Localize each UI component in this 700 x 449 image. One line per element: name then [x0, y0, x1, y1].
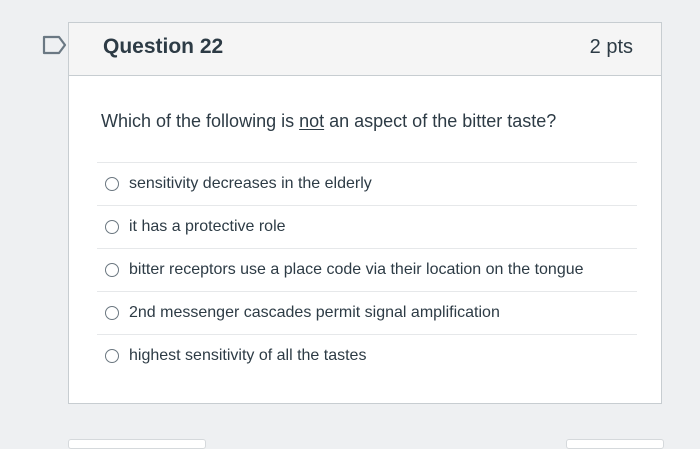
radio-button[interactable]: [105, 349, 119, 363]
answer-option-4[interactable]: 2nd messenger cascades permit signal amp…: [97, 291, 637, 334]
question-points: 2 pts: [589, 36, 633, 58]
radio-button[interactable]: [105, 263, 119, 277]
next-card-edge-left: [68, 439, 206, 449]
answer-label: 2nd messenger cascades permit signal amp…: [129, 304, 500, 321]
answer-option-5[interactable]: highest sensitivity of all the tastes: [97, 334, 637, 377]
question-text-emphasis: not: [299, 111, 325, 131]
answer-option-2[interactable]: it has a protective role: [97, 205, 637, 248]
answer-label: sensitivity decreases in the elderly: [129, 175, 372, 192]
question-header: Question 22 2 pts: [69, 23, 661, 76]
question-text-end: an aspect of the bitter taste?: [324, 111, 557, 131]
flag-question-icon[interactable]: [38, 34, 70, 56]
answer-label: bitter receptors use a place code via th…: [129, 261, 584, 278]
answer-list: sensitivity decreases in the elderly it …: [97, 162, 637, 377]
question-title: Question 22: [103, 35, 224, 58]
radio-button[interactable]: [105, 220, 119, 234]
next-card-edge-right: [566, 439, 664, 449]
answer-label: highest sensitivity of all the tastes: [129, 347, 367, 364]
question-text-start: Which of the following is: [101, 111, 300, 131]
radio-button[interactable]: [105, 177, 119, 191]
answer-option-1[interactable]: sensitivity decreases in the elderly: [97, 162, 637, 205]
radio-button[interactable]: [105, 306, 119, 320]
question-text: Which of the following is not an aspect …: [101, 111, 556, 132]
question-card: Question 22 2 pts Which of the following…: [68, 22, 662, 404]
answer-option-3[interactable]: bitter receptors use a place code via th…: [97, 248, 637, 291]
answer-label: it has a protective role: [129, 218, 286, 235]
